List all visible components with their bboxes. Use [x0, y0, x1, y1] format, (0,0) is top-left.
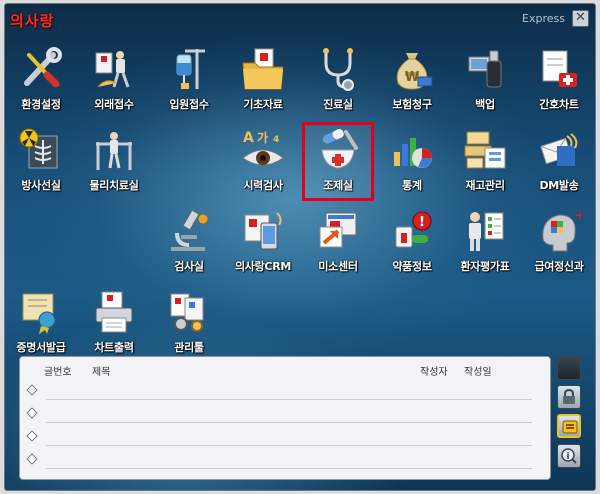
menu-tile-crm[interactable]: 의사랑CRM [227, 206, 299, 284]
row-divider [46, 468, 532, 469]
edition-label: Express [522, 12, 565, 25]
blank-side-button[interactable] [557, 356, 581, 380]
menu-tile-vision-test[interactable]: A 가 4 시력검사 [227, 125, 299, 203]
diamond-bullet-icon [26, 384, 38, 396]
menu-tile-inpatient[interactable]: 입원접수 [153, 44, 225, 122]
svg-text:!: ! [419, 215, 425, 230]
notice-board-icon [562, 420, 578, 434]
iv-drip-icon [176, 49, 205, 89]
col-author-header: 작성자 [420, 367, 448, 378]
menu-tile-clinic[interactable]: 진료실 [302, 44, 374, 122]
main-window: 의사랑 Express ✕ 환경설정 외래접수 입원접수 기초자료 진료실 ₩ … [4, 3, 596, 491]
menu-tile-patient-evaluation[interactable]: 환자평가표 [449, 206, 521, 284]
monitor-arrow-icon [319, 212, 357, 248]
menu-tile-certificate[interactable]: 증명서발급 [5, 287, 77, 365]
board-header: 글번호 제목 작성자 작성일 [20, 357, 550, 379]
diamond-bullet-icon [26, 430, 38, 442]
board-row[interactable] [20, 381, 550, 404]
usb-drive-icon [468, 50, 502, 88]
board-row[interactable] [20, 427, 550, 450]
printer-icon [95, 291, 133, 333]
eye-chart-icon: A 가 4 [242, 130, 284, 166]
row-divider [46, 445, 532, 446]
outpatient-walker-icon [95, 51, 130, 88]
menu-tile-admin-tools[interactable]: 관리툴 [153, 287, 225, 365]
menu-tile-inventory[interactable]: 재고관리 [449, 125, 521, 203]
menu-label: 급여정신과 [534, 260, 584, 273]
crm-phone-icon [244, 212, 282, 250]
lock-icon [563, 389, 575, 404]
board-row[interactable] [20, 404, 550, 427]
menu-tile-miso-center[interactable]: 미소센터 [302, 206, 374, 284]
svg-text:A: A [243, 130, 254, 146]
nurse-chart-icon [542, 50, 577, 87]
svg-text:4: 4 [273, 135, 279, 145]
folder-documents-icon [242, 48, 284, 90]
svg-text:+: + [575, 209, 581, 222]
certificate-icon [22, 293, 56, 334]
menu-tile-psychiatry[interactable]: + 급여정신과 [523, 206, 595, 284]
menu-tile-drug-info[interactable]: ! 약품정보 [376, 206, 448, 284]
selected-tile-highlight [302, 122, 374, 201]
diamond-bullet-icon [26, 407, 38, 419]
app-logo: 의사랑 [10, 12, 55, 30]
medicine-info-icon: ! [395, 211, 432, 248]
col-title-header: 제목 [92, 367, 111, 378]
svg-text:i: i [566, 452, 569, 462]
svg-text:가: 가 [257, 130, 268, 145]
close-button[interactable]: ✕ [572, 10, 589, 27]
notice-board-panel: 글번호 제목 작성자 작성일 [19, 356, 551, 480]
row-divider [46, 422, 532, 423]
menu-tile-nursing-chart[interactable]: 간호차트 [523, 44, 595, 122]
diamond-bullet-icon [26, 453, 38, 465]
menu-tile-radiology[interactable]: 방사선실 [5, 125, 77, 203]
menu-tile-laboratory[interactable]: 검사실 [153, 206, 225, 284]
menu-tile-outpatient[interactable]: 외래접수 [78, 44, 150, 122]
menu-tile-settings[interactable]: 환경설정 [5, 44, 77, 122]
physical-therapy-icon [96, 132, 132, 170]
stethoscope-icon [323, 48, 354, 91]
wrench-screwdriver-icon [24, 47, 62, 88]
menu-tile-dm-send[interactable]: DM발송 [523, 125, 595, 203]
menu-label: 관리툴 [174, 341, 204, 354]
inventory-boxes-icon [464, 131, 506, 169]
menu-tile-statistics[interactable]: 통계 [376, 125, 448, 203]
col-number-header: 글번호 [44, 367, 72, 378]
brain-puzzle-icon: + [542, 209, 581, 252]
menu-label: 간호차트 [539, 98, 579, 111]
microscope-icon [171, 209, 209, 251]
menu-tile-physical-therapy[interactable]: 물리치료실 [78, 125, 150, 203]
menu-label: 물리치료실 [89, 179, 139, 192]
dm-envelope-icon [540, 133, 578, 166]
menu-tile-insurance[interactable]: ₩ 보험청구 [376, 44, 448, 122]
admin-tools-icon [170, 293, 204, 332]
row-divider [46, 399, 532, 400]
patient-evaluation-icon [469, 212, 504, 251]
menu-tile-backup[interactable]: 백업 [449, 44, 521, 122]
board-row[interactable] [20, 450, 550, 473]
menu-label: DM발송 [539, 179, 579, 192]
bar-pie-chart-icon [394, 138, 432, 168]
xray-radiation-icon [19, 128, 58, 169]
money-bag-icon: ₩ [396, 53, 433, 90]
notice-board-button[interactable] [557, 414, 581, 438]
menu-tile-chart-print[interactable]: 차트출력 [78, 287, 150, 365]
info-search-icon: i [561, 448, 577, 464]
menu-tile-basic-data[interactable]: 기초자료 [227, 44, 299, 122]
lock-button[interactable] [557, 385, 581, 409]
title-bar: 의사랑 Express ✕ [5, 4, 595, 34]
col-date-header: 작성일 [464, 367, 492, 378]
info-search-button[interactable]: i [557, 444, 581, 468]
